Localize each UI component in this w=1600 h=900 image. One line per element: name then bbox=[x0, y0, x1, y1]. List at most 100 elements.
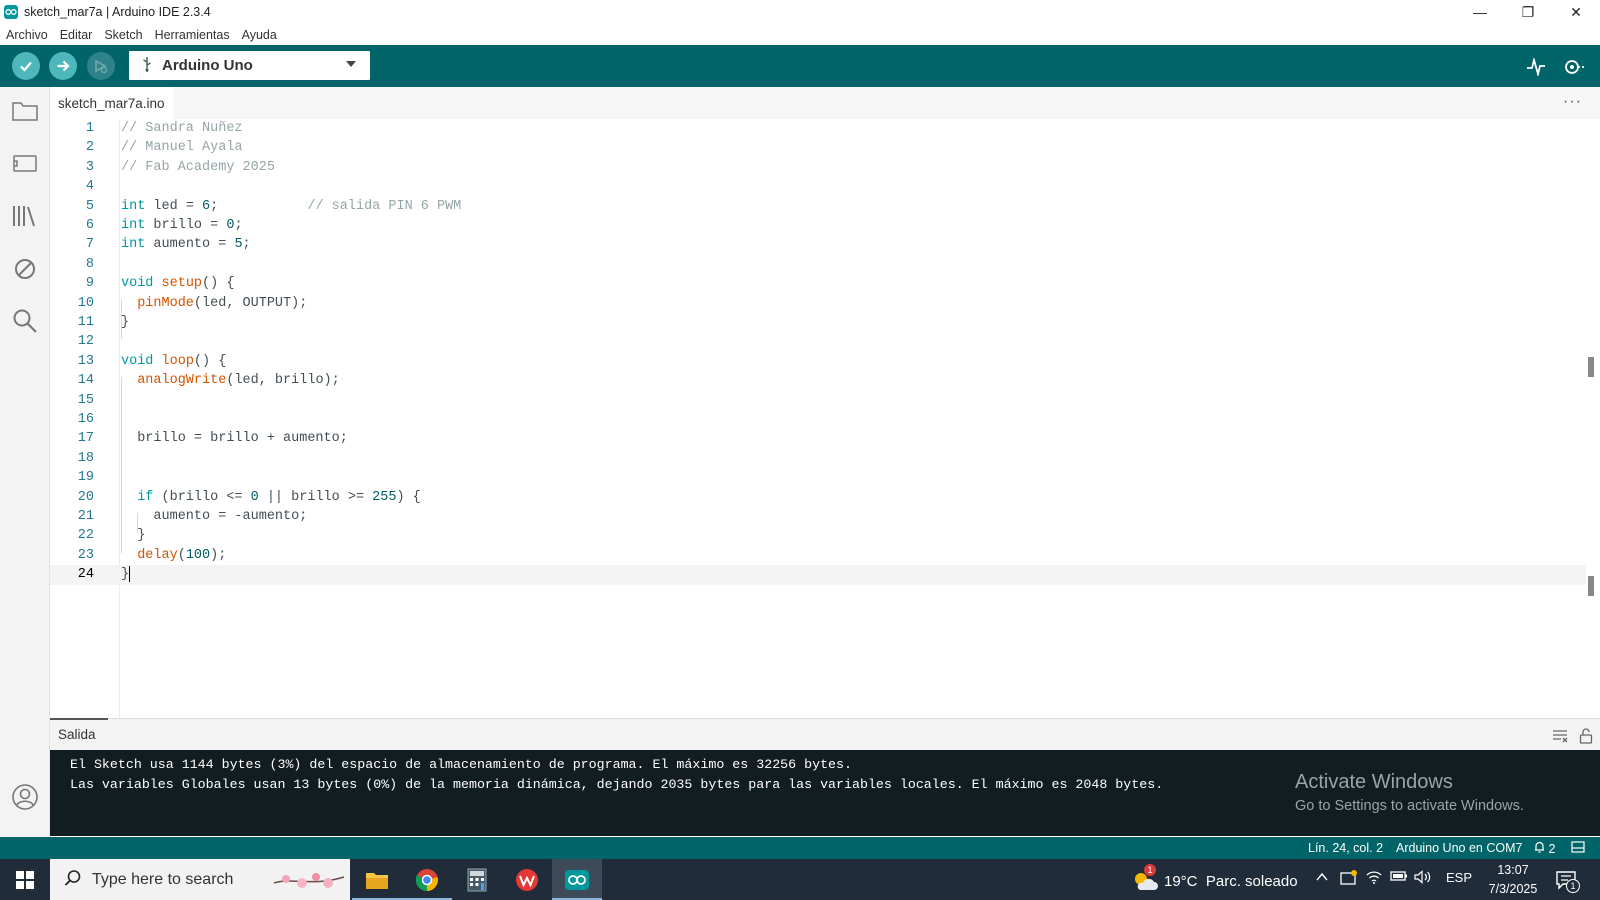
code-line[interactable]: 10 pinMode(led, OUTPUT); bbox=[50, 294, 1586, 314]
cherry-blossom-icon bbox=[272, 865, 346, 896]
code-line[interactable]: 7 int aumento = 5; bbox=[50, 235, 1586, 255]
code-line[interactable]: 9 void setup() { bbox=[50, 274, 1586, 294]
device-icon bbox=[1340, 870, 1357, 885]
account-button[interactable] bbox=[11, 783, 39, 811]
wifi-icon bbox=[1366, 871, 1382, 884]
tray-device-icon-button[interactable] bbox=[1340, 870, 1358, 889]
code-line[interactable]: 21 aumento = -aumento; bbox=[50, 507, 1586, 527]
line-number: 21 bbox=[77, 509, 94, 524]
maximize-button[interactable]: ❐ bbox=[1504, 0, 1552, 24]
output-line: Las variables Globales usan 13 bytes (0%… bbox=[70, 777, 1164, 792]
line-number: 2 bbox=[85, 140, 94, 156]
minimize-button[interactable]: — bbox=[1456, 0, 1504, 24]
code-line[interactable]: 12 bbox=[50, 332, 1586, 352]
clock[interactable]: 13:07 7/3/2025 bbox=[1482, 861, 1544, 899]
notification-count: 1 bbox=[1566, 879, 1580, 893]
line-number: 11 bbox=[77, 315, 94, 330]
code-line[interactable]: 20 if (brillo <= 0 || brillo >= 255) { bbox=[50, 488, 1586, 508]
show-hidden-icons-button[interactable] bbox=[1316, 870, 1328, 885]
windows-logo-icon bbox=[16, 870, 34, 889]
line-number: 23 bbox=[77, 547, 94, 563]
scroll-lock-button[interactable] bbox=[1577, 727, 1595, 745]
toggle-panel-button[interactable] bbox=[1571, 841, 1585, 856]
code-line[interactable]: 5 int led = 6; // salida PIN 6 PWM bbox=[50, 197, 1586, 217]
code-line[interactable]: 1 // Sandra Nuñez bbox=[50, 119, 1586, 139]
sidebar bbox=[0, 87, 50, 837]
code-line[interactable]: 16 bbox=[50, 410, 1586, 430]
code-line[interactable]: 13 void loop() { bbox=[50, 352, 1586, 372]
code-line[interactable]: 3 // Fab Academy 2025 bbox=[50, 158, 1586, 178]
line-number: 17 bbox=[77, 431, 94, 447]
debug-icon bbox=[95, 59, 108, 74]
code-line[interactable]: 24} bbox=[50, 565, 1586, 586]
taskbar-arduino-ide[interactable] bbox=[552, 859, 602, 900]
menu-sketch[interactable]: Sketch bbox=[98, 28, 148, 42]
code-line[interactable]: 15 bbox=[50, 391, 1586, 411]
network-button[interactable] bbox=[1366, 870, 1382, 887]
board-name: Arduino Uno bbox=[162, 57, 253, 74]
search-panel-button[interactable] bbox=[11, 307, 39, 335]
cursor-position[interactable]: Lín. 24, col. 2 bbox=[1308, 841, 1383, 855]
code-text: void loop() { bbox=[121, 353, 227, 369]
library-manager-button[interactable] bbox=[11, 202, 39, 230]
arduino-logo-icon bbox=[565, 869, 589, 890]
scrollbar-thumb[interactable] bbox=[1588, 357, 1594, 377]
code-line[interactable]: 19 bbox=[50, 468, 1586, 488]
code-text: int brillo = 0; bbox=[121, 218, 243, 233]
code-line[interactable]: 6 int brillo = 0; bbox=[50, 216, 1586, 236]
clear-output-button[interactable] bbox=[1551, 727, 1569, 745]
input-language[interactable]: ESP bbox=[1446, 870, 1472, 885]
scrollbar-marker[interactable] bbox=[1588, 576, 1594, 596]
tab-sketch-file[interactable]: sketch_mar7a.ino bbox=[50, 87, 173, 119]
watermark-subtitle: Go to Settings to activate Windows. bbox=[1295, 798, 1524, 814]
taskbar-file-explorer[interactable] bbox=[352, 859, 402, 900]
taskbar-wps-office[interactable] bbox=[502, 859, 552, 900]
code-line[interactable]: 11} bbox=[50, 313, 1586, 333]
code-editor[interactable]: 1 // Sandra Nuñez 2 // Manuel Ayala 3 // Fab … bbox=[50, 119, 1600, 718]
menu-ayuda[interactable]: Ayuda bbox=[236, 28, 283, 42]
serial-plotter-button[interactable] bbox=[1524, 55, 1548, 79]
notifications-status[interactable]: 2 bbox=[1534, 841, 1555, 856]
sketchbook-button[interactable] bbox=[11, 97, 39, 125]
code-line[interactable]: 22 } bbox=[50, 526, 1586, 546]
title-bar: sketch_mar7a | Arduino IDE 2.3.4 — ❐ ✕ bbox=[0, 0, 1600, 24]
taskbar-chrome[interactable] bbox=[402, 859, 452, 900]
menu-archivo[interactable]: Archivo bbox=[0, 28, 54, 42]
menu-editar[interactable]: Editar bbox=[54, 28, 99, 42]
code-line[interactable]: 18 bbox=[50, 449, 1586, 469]
code-line[interactable]: 8 bbox=[50, 255, 1586, 275]
serial-monitor-button[interactable] bbox=[1562, 55, 1586, 79]
volume-button[interactable] bbox=[1414, 870, 1432, 887]
code-line[interactable]: 23 delay(100); bbox=[50, 546, 1586, 566]
close-button[interactable]: ✕ bbox=[1552, 0, 1600, 24]
taskbar-calculator[interactable] bbox=[452, 859, 502, 900]
line-number: 6 bbox=[85, 218, 94, 233]
line-number: 14 bbox=[77, 373, 94, 389]
verify-button[interactable] bbox=[12, 52, 40, 80]
weather-widget[interactable]: 1 19°C Parc. soleado bbox=[1132, 864, 1298, 892]
calculator-icon bbox=[467, 868, 487, 891]
taskbar-search[interactable]: Type here to search bbox=[50, 859, 350, 900]
debug-panel-button[interactable] bbox=[11, 255, 39, 283]
code-line[interactable]: 17 brillo = brillo + aumento; bbox=[50, 429, 1586, 449]
code-text: pinMode(led, OUTPUT); bbox=[137, 295, 308, 311]
code-text: // Sandra Nuñez bbox=[121, 121, 243, 136]
code-line[interactable]: 4 bbox=[50, 177, 1586, 197]
arduino-logo-icon bbox=[4, 5, 18, 19]
upload-button[interactable] bbox=[49, 52, 77, 80]
action-center-button[interactable]: 1 bbox=[1552, 867, 1580, 893]
more-options-button[interactable]: ··· bbox=[1563, 93, 1582, 111]
board-selector[interactable]: Arduino Uno bbox=[129, 51, 370, 80]
board-port-status[interactable]: Arduino Uno en COM7 bbox=[1396, 841, 1522, 855]
status-bar: Lín. 24, col. 2 Arduino Uno en COM7 2 bbox=[0, 837, 1600, 859]
boards-manager-button[interactable] bbox=[11, 149, 39, 177]
output-title[interactable]: Salida bbox=[58, 727, 96, 742]
speaker-icon bbox=[1414, 870, 1431, 884]
code-line[interactable]: 14 analogWrite(led, brillo); bbox=[50, 371, 1586, 391]
debug-button[interactable] bbox=[87, 52, 115, 80]
start-button[interactable] bbox=[0, 859, 50, 900]
battery-button[interactable] bbox=[1390, 870, 1408, 885]
code-line[interactable]: 2 // Manuel Ayala bbox=[50, 138, 1586, 158]
menu-herramientas[interactable]: Herramientas bbox=[149, 28, 236, 42]
code-text: // Manuel Ayala bbox=[121, 140, 243, 156]
